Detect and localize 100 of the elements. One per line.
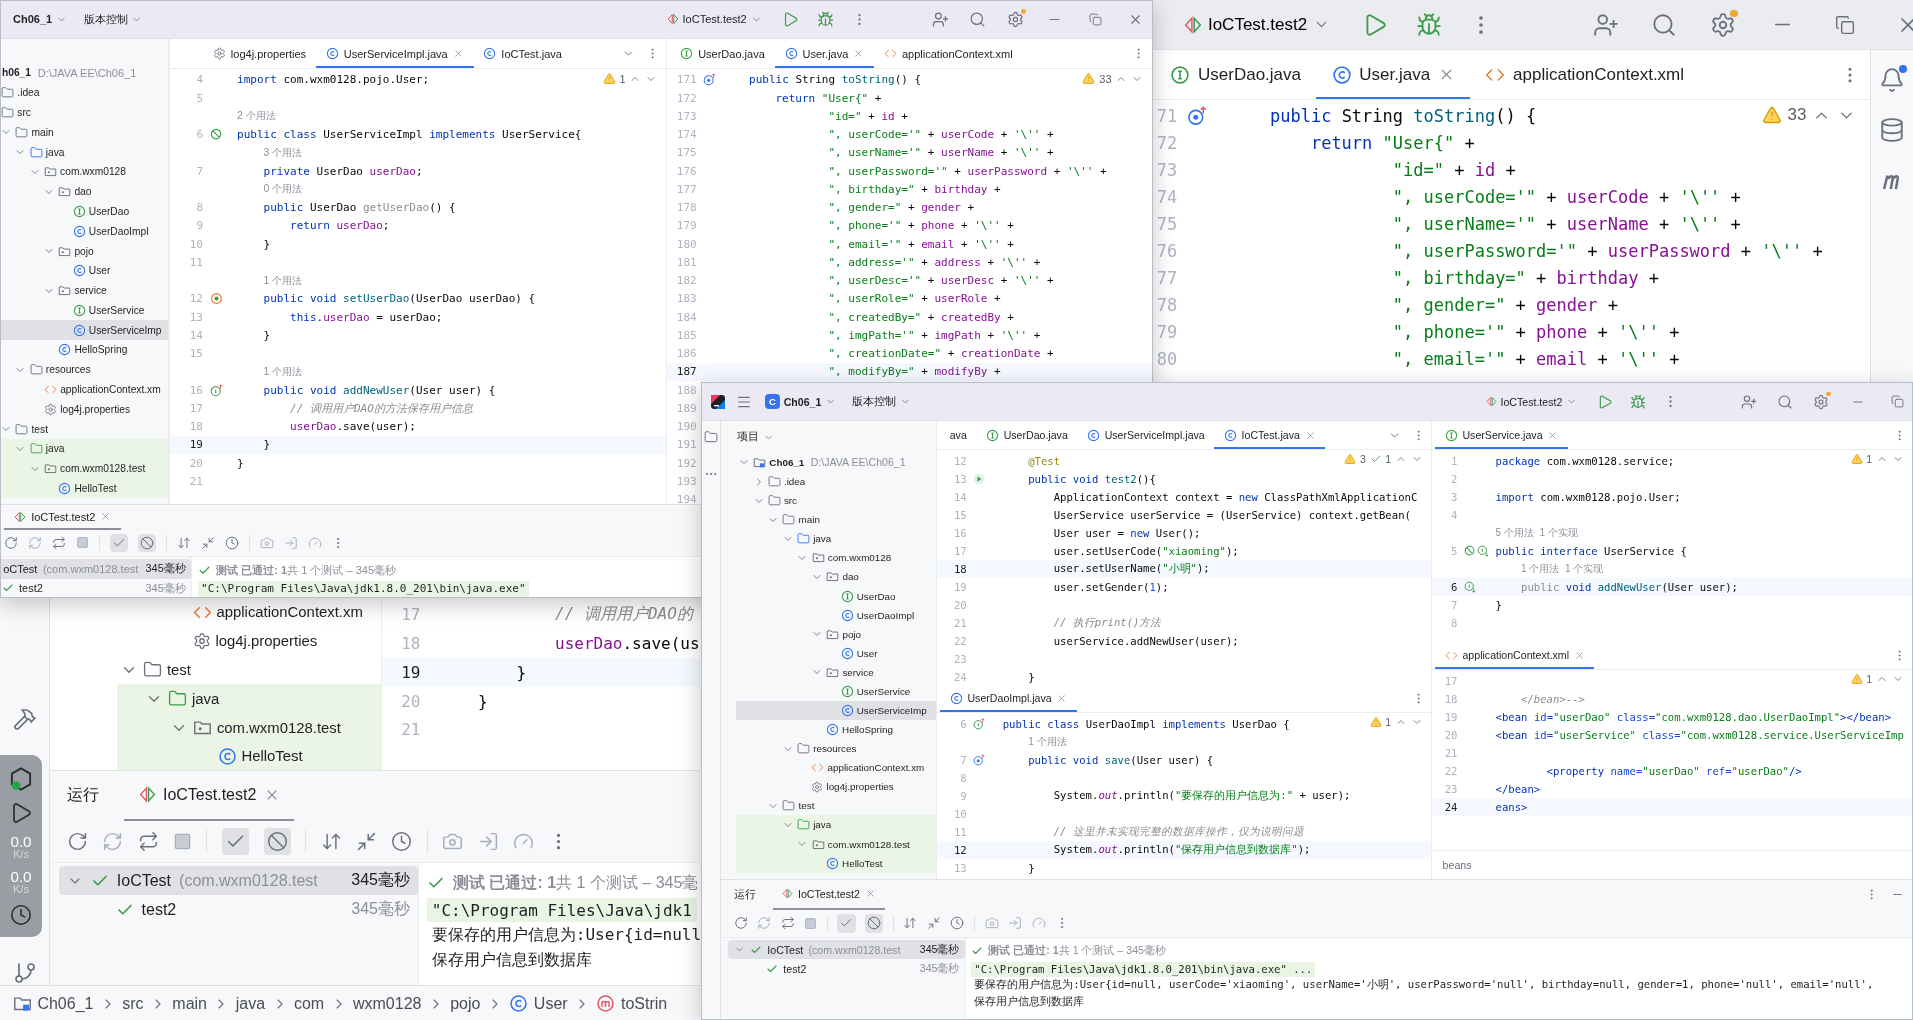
editor-tab[interactable]: UserDao.java: [670, 38, 775, 69]
project-view-selector[interactable]: 项目: [733, 427, 777, 447]
breadcrumb-item[interactable]: com: [293, 994, 325, 1013]
breadcrumb-item[interactable]: wxm0128: [352, 994, 422, 1013]
run-configuration[interactable]: IoCTest.test2: [1482, 393, 1581, 410]
breadcrumb-item[interactable]: src: [122, 994, 144, 1013]
tree-item[interactable]: User: [735, 643, 936, 663]
tree-item[interactable]: test: [735, 796, 936, 816]
editor-tab[interactable]: IoCTest.java: [473, 38, 572, 69]
test-item[interactable]: oCTest (com.wxm0128.test 345毫秒: [1, 558, 192, 579]
usage-hint[interactable]: 1 个用法: [263, 273, 303, 288]
tree-item[interactable]: UserDao: [1, 201, 168, 222]
tree-item[interactable]: h06_1 D:\JAVA EE\Ch06_1: [1, 62, 168, 83]
project-selector[interactable]: Ch06_1: [9, 11, 71, 28]
test-item[interactable]: IoCTest (com.wxm0128.test 345毫秒: [58, 866, 418, 896]
editor-tab[interactable]: UserDao.java: [1155, 50, 1317, 100]
breadcrumb-item[interactable]: beans: [1442, 859, 1472, 872]
warning-count[interactable]: 1: [619, 73, 626, 85]
tree-item[interactable]: applicationContext.xm: [1, 379, 168, 400]
tree-item[interactable]: com.wxm0128: [735, 548, 936, 568]
tree-item[interactable]: log4j.properties: [117, 626, 381, 656]
tree-item[interactable]: java: [1, 439, 168, 459]
warning-count[interactable]: 1: [1385, 716, 1392, 729]
warning-count[interactable]: 1: [1866, 673, 1873, 686]
usage-hint[interactable]: 3 个用法: [263, 145, 303, 160]
run-tab[interactable]: IoCTest.test2: [4, 505, 122, 531]
run-tab[interactable]: IoCTest.test2: [772, 880, 886, 910]
tree-item[interactable]: com.wxm0128.test: [735, 834, 936, 854]
tree-item[interactable]: UserServiceImp: [735, 700, 936, 721]
vcs-menu[interactable]: 版本控制: [80, 9, 146, 30]
tree-item[interactable]: Ch06_1 D:\JAVA EE\Ch06_1: [735, 452, 936, 473]
editor-tab[interactable]: UserDao.java: [976, 421, 1078, 450]
tree-item[interactable]: applicationContext.xm: [117, 598, 381, 627]
project-selector[interactable]: C Ch06_1: [761, 391, 840, 412]
editor-tab[interactable]: UserServiceImpl.java: [1077, 421, 1215, 450]
tree-item[interactable]: resources: [735, 739, 936, 759]
tree-item[interactable]: dao: [1, 181, 168, 202]
test-item[interactable]: test2 345毫秒: [58, 895, 418, 924]
tree-item[interactable]: com.wxm0128.test: [1, 458, 168, 479]
tree-item[interactable]: applicationContext.xm: [735, 758, 936, 778]
breadcrumb-item[interactable]: Ch06_1: [12, 994, 94, 1014]
tree-item[interactable]: UserDaoImpl: [1, 221, 168, 242]
editor-tab[interactable]: applicationContext.xml: [1470, 50, 1700, 100]
tree-item[interactable]: main: [1, 122, 168, 143]
usage-hint[interactable]: 2 个用法: [237, 109, 276, 124]
run-configuration[interactable]: IoCTest.test2: [1178, 11, 1336, 38]
usage-hint[interactable]: 1 个用法 1 个实现: [1521, 561, 1604, 576]
tree-item[interactable]: UserService: [735, 681, 936, 701]
warning-count[interactable]: 33: [1787, 105, 1807, 126]
editor-tab[interactable]: applicationContext.xml: [874, 38, 1023, 69]
tree-item[interactable]: HelloTest: [1, 478, 168, 499]
tree-item[interactable]: java: [735, 815, 936, 835]
breadcrumb-item[interactable]: toStrin: [596, 994, 668, 1014]
test-item[interactable]: IoCTest (com.wxm0128.test 345毫秒: [728, 940, 965, 960]
usage-hint[interactable]: 0 个用法: [263, 182, 303, 197]
tree-item[interactable]: test: [1, 419, 168, 440]
tree-item[interactable]: HelloSpring: [1, 340, 168, 360]
tree-item[interactable]: .idea: [1, 82, 168, 103]
usage-hint[interactable]: 1 个用法: [1028, 734, 1067, 749]
tree-item[interactable]: main: [735, 510, 936, 530]
tree-item[interactable]: resources: [1, 359, 168, 380]
tree-item[interactable]: UserDao: [735, 586, 936, 606]
editor-tab[interactable]: log4j.properties: [203, 38, 316, 69]
warning-count[interactable]: 33: [1099, 73, 1112, 85]
tree-item[interactable]: test: [117, 655, 381, 685]
tree-item[interactable]: com.wxm0128.test: [117, 713, 381, 742]
tree-item[interactable]: java: [117, 684, 381, 714]
tree-item[interactable]: UserServiceImp: [1, 320, 168, 341]
tree-item[interactable]: UserService: [1, 300, 168, 321]
tree-item[interactable]: log4j.properties: [1, 399, 168, 420]
tree-item[interactable]: com.wxm0128: [1, 161, 168, 182]
breadcrumb-item[interactable]: User: [509, 994, 568, 1014]
tree-item[interactable]: service: [735, 662, 936, 682]
tree-item[interactable]: .idea: [735, 472, 936, 492]
tree-item[interactable]: log4j.properties: [735, 777, 936, 797]
check-count[interactable]: 1: [1385, 453, 1392, 466]
tree-item[interactable]: java: [735, 529, 936, 549]
tree-item[interactable]: src: [1, 102, 168, 123]
run-tab[interactable]: IoCTest.test2: [124, 771, 294, 821]
tree-item[interactable]: service: [1, 280, 168, 301]
tree-item[interactable]: src: [735, 491, 936, 511]
run-configuration[interactable]: IoCTest.test2: [663, 11, 765, 28]
tree-item[interactable]: User: [1, 260, 168, 281]
breadcrumb-item[interactable]: pojo: [450, 994, 481, 1013]
tree-item[interactable]: HelloTest: [117, 742, 381, 770]
editor-tab[interactable]: ava: [940, 421, 977, 450]
usage-hint[interactable]: 5 个用法 1 个实现: [1495, 525, 1578, 540]
tree-item[interactable]: java: [1, 142, 168, 162]
test-item[interactable]: test2 345毫秒: [1, 578, 192, 597]
tree-item[interactable]: dao: [735, 567, 936, 587]
tree-item[interactable]: HelloSpring: [735, 720, 936, 740]
warning-count[interactable]: 1: [1866, 453, 1873, 466]
test-item[interactable]: test2 345毫秒: [728, 959, 965, 979]
tree-item[interactable]: HelloTest: [735, 853, 936, 873]
tree-item[interactable]: pojo: [1, 241, 168, 261]
breadcrumb-item[interactable]: java: [235, 994, 266, 1013]
usage-hint[interactable]: 1 个用法: [263, 364, 303, 379]
vcs-menu[interactable]: 版本控制: [848, 392, 914, 411]
tree-item[interactable]: UserDaoImpl: [735, 605, 936, 625]
tree-item[interactable]: pojo: [735, 624, 936, 644]
